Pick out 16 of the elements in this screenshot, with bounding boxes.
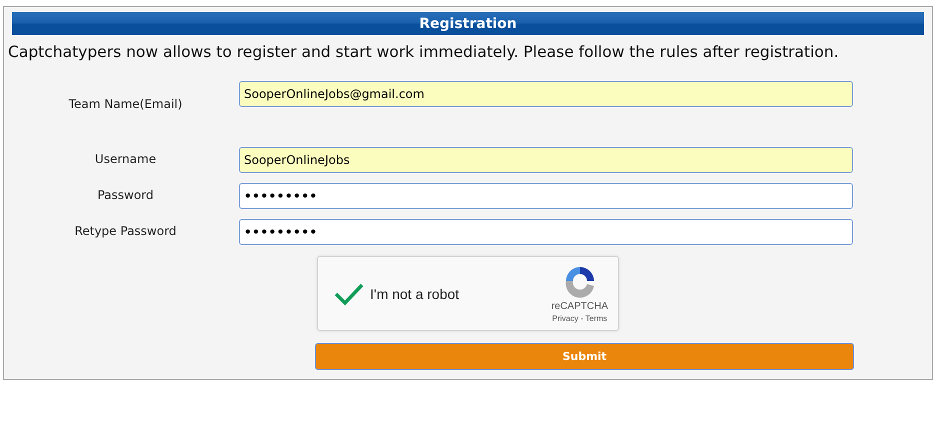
field-label: Username [94,152,158,166]
recaptcha-brand: reCAPTCHA [551,301,608,312]
intro-text: Captchatypers now allows to register and start work immediately. Please follow the rules after registration. [8,43,840,61]
input-field[interactable]: SooperOnlineJobs@gmail.com [239,80,853,106]
checkmark-icon [334,282,364,306]
header-title: Registration [419,16,517,32]
privacy-link[interactable]: Privacy [552,314,578,323]
captcha-label: I'm not a robot [370,286,460,302]
password-field[interactable]: ••••••••• [239,219,853,245]
field-label: Password [96,188,155,202]
field-label: Retype Password [74,224,178,238]
field-label: Team Name(Email) [68,96,184,110]
password-field[interactable]: ••••••••• [239,183,853,209]
link-separator: - [580,314,584,323]
input-field[interactable]: SooperOnlineJobs [239,147,853,173]
terms-link[interactable]: Terms [585,314,608,323]
